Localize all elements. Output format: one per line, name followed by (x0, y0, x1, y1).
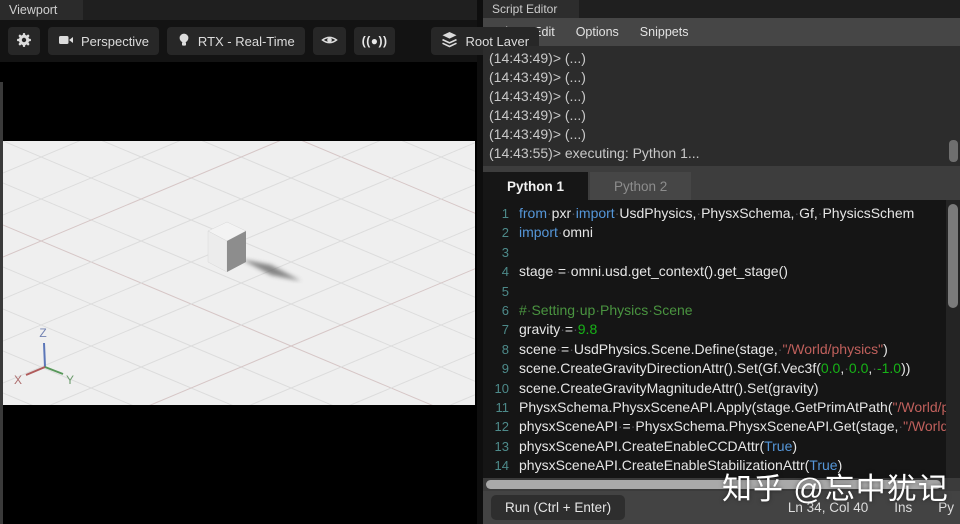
axis-gizmo: Z X Y (14, 326, 74, 387)
broadcast-icon: ((●)) (361, 34, 388, 48)
render-scene[interactable]: Z X Y (3, 141, 475, 405)
menu-snippets[interactable]: Snippets (640, 25, 689, 39)
code-line: 12 physxSceneAPI·=·PhysxSchema.PhysxScene… (494, 418, 960, 435)
script-tabs: Python 1 Python 2 (483, 172, 960, 200)
lightbulb-icon (177, 32, 191, 51)
console-line: (14:43:55)> executing: Python 1... (489, 145, 700, 161)
console-line: (14:43:49)> (...) (489, 107, 586, 123)
code-line: 8 scene·=·UsdPhysics.Scene.Define(stage,·… (501, 340, 888, 357)
code-line: 6 #·Setting·up·Physics·Scene (501, 302, 693, 319)
viewport-tabbar: Viewport (0, 0, 477, 20)
eye-icon (320, 32, 338, 51)
renderer-label: RTX - Real-Time (197, 33, 295, 49)
code-editor[interactable]: 1 from·pxr·import·UsdPhysics,·PhysxSchema… (483, 200, 960, 478)
menu-options[interactable]: Options (576, 25, 619, 39)
script-editor-tabbar: Script Editor (483, 0, 960, 18)
axis-x-label: X (14, 373, 22, 387)
watermark: 知乎 @忘中犹记 (722, 473, 949, 506)
layers-icon (441, 31, 458, 51)
viewport-canvas[interactable]: Z X Y (0, 62, 477, 524)
renderer-selector-button[interactable]: RTX - Real-Time (166, 27, 305, 55)
camera-icon (58, 32, 74, 51)
axis-y-label: Y (66, 373, 74, 387)
script-editor-panel: Script Editor Tab Edit Options Snippets … (477, 0, 960, 524)
panel-edge-strip (0, 82, 3, 524)
code-lines: 1 from·pxr·import·UsdPhysics,·PhysxSchema… (483, 204, 960, 478)
tab-python-1[interactable]: Python 1 (483, 172, 589, 200)
gear-icon (16, 32, 32, 51)
viewport-toolbar: Perspective RTX - Real-Time ((●)) Root L… (0, 20, 540, 62)
run-button[interactable]: Run (Ctrl + Enter) (491, 495, 626, 520)
code-vscrollbar-thumb[interactable] (948, 204, 958, 308)
code-line: 7 gravity·=·9.8 (501, 321, 598, 338)
axis-z-label: Z (39, 326, 46, 340)
code-line: 5 (501, 283, 509, 299)
visibility-button[interactable] (312, 27, 346, 55)
camera-selector-button[interactable]: Perspective (48, 27, 159, 55)
code-vscrollbar-track[interactable] (946, 200, 960, 478)
code-line: 4 stage·=·omni.usd.get_context().get_stag… (501, 263, 788, 280)
code-line: 11 PhysxSchema.PhysxSceneAPI.Apply(stage.… (495, 399, 960, 416)
viewport-settings-button[interactable] (8, 27, 40, 55)
viewport-panel: Viewport Perspective RTX - Real-Time ((●… (0, 0, 540, 524)
tab-viewport[interactable]: Viewport (0, 0, 84, 20)
code-line: 9 scene.CreateGravityDirectionAttr().Set(… (501, 360, 911, 377)
code-line: 1 from·pxr·import·UsdPhysics,·PhysxSchema… (501, 205, 915, 221)
code-line: 10 scene.CreateGravityMagnitudeAttr().Set… (494, 379, 819, 396)
script-editor-menubar: Tab Edit Options Snippets (483, 18, 960, 46)
console-lines: (14:43:49)> (...) (14:43:49)> (...) (14:43… (489, 49, 960, 163)
console-line: (14:43:49)> (...) (489, 69, 586, 85)
app-window: Viewport Perspective RTX - Real-Time ((●… (0, 0, 960, 524)
console-line: (14:43:49)> (...) (489, 126, 586, 142)
code-line: 3 (501, 244, 509, 260)
camera-label: Perspective (81, 33, 149, 49)
broadcast-button[interactable]: ((●)) (353, 27, 396, 55)
console-output[interactable]: (14:43:49)> (...) (14:43:49)> (...) (14:43… (483, 46, 960, 166)
code-line: 13 physxSceneAPI.CreateEnableCCDAttr(True… (494, 437, 798, 454)
console-line: (14:43:49)> (...) (489, 88, 586, 104)
tab-script-editor[interactable]: Script Editor (483, 0, 580, 18)
tab-python-2[interactable]: Python 2 (590, 172, 692, 200)
console-scrollbar-thumb[interactable] (949, 140, 958, 162)
console-line: (14:43:49)> (...) (489, 50, 586, 66)
code-line: 2 import·omni (501, 224, 593, 241)
